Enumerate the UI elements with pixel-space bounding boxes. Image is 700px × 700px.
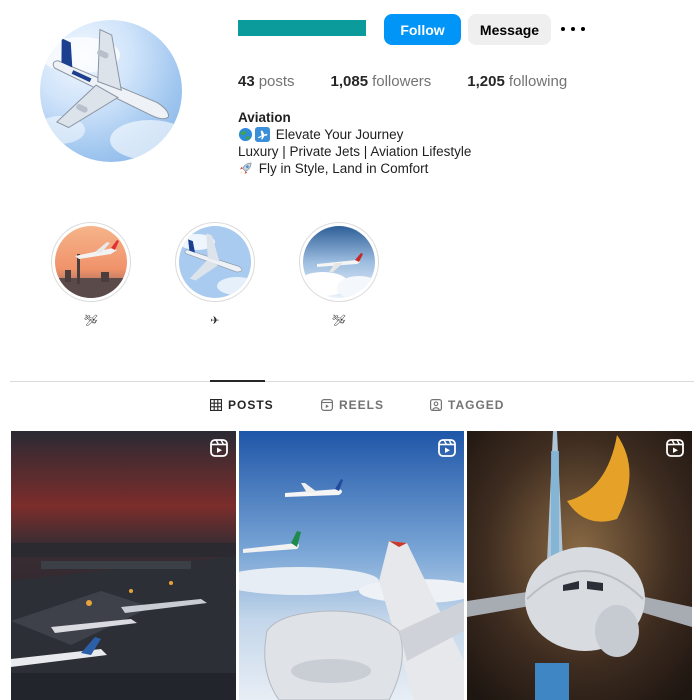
posts-label: posts <box>258 73 295 90</box>
highlight-3-label: 🛩 <box>332 315 346 327</box>
bio-line-2: Luxury | Private Jets | Aviation Lifesty… <box>238 144 472 159</box>
following-count: 1,205 <box>467 73 505 90</box>
reel-icon <box>666 439 684 457</box>
post-tile-2[interactable] <box>239 431 464 700</box>
story-highlight-3[interactable]: 🛩 <box>299 222 379 327</box>
active-tab-indicator <box>210 380 265 382</box>
following-stat[interactable]: 1,205 following <box>467 73 567 90</box>
tab-posts-label: POSTS <box>228 398 274 412</box>
tab-posts[interactable]: POSTS <box>210 398 274 412</box>
more-options-icon[interactable] <box>561 18 585 40</box>
tab-reels[interactable]: REELS <box>321 398 384 412</box>
bio-line-1-text: Elevate Your Journey <box>275 127 404 142</box>
message-button[interactable]: Message <box>468 14 551 45</box>
sunset-city-photo <box>55 226 127 298</box>
post-tile-1[interactable] <box>11 431 236 700</box>
follow-button[interactable]: Follow <box>384 14 461 45</box>
reel-icon <box>210 439 228 457</box>
story-highlight-1[interactable]: 🛩 <box>51 222 131 327</box>
tagged-icon <box>430 399 442 411</box>
posts-stat: 43 posts <box>238 73 295 90</box>
tab-tagged[interactable]: TAGGED <box>430 398 504 412</box>
airplane-photo <box>40 28 182 160</box>
tower-moon-plane-photo <box>467 431 692 700</box>
airplane-sky-photo <box>179 226 251 298</box>
profile-name: Aviation <box>238 110 291 125</box>
followers-count: 1,085 <box>330 73 369 90</box>
posts-count: 43 <box>238 73 255 90</box>
following-label: following <box>508 73 568 90</box>
profile-avatar[interactable] <box>40 20 182 162</box>
tab-tagged-label: TAGGED <box>448 398 505 412</box>
grid-icon <box>210 399 222 411</box>
highlight-2-label: ✈ <box>210 315 220 327</box>
post-tile-3[interactable] <box>467 431 692 700</box>
airplane-icon <box>255 127 270 142</box>
highlight-1-label: 🛩 <box>84 315 98 327</box>
reels-icon <box>321 399 333 411</box>
bio-line-3: Fly in Style, Land in Comfort <box>238 160 471 177</box>
tabs-divider <box>10 381 694 382</box>
bio-line-1: Elevate Your Journey <box>238 126 471 143</box>
airport-dusk-photo <box>11 431 236 700</box>
username-bar <box>238 20 366 36</box>
globe-icon <box>238 127 253 142</box>
followers-label: followers <box>372 73 432 90</box>
profile-bio: Aviation Elevate Your Journey Luxury | P… <box>238 109 471 177</box>
tab-reels-label: REELS <box>339 398 385 412</box>
story-highlight-2[interactable]: ✈ <box>175 222 255 327</box>
bio-line-3-text: Fly in Style, Land in Comfort <box>258 161 429 176</box>
reel-icon <box>438 439 456 457</box>
rocket-icon <box>239 162 252 175</box>
airplane-clouds-photo <box>303 226 375 298</box>
window-view-photo <box>239 431 464 700</box>
followers-stat[interactable]: 1,085 followers <box>331 73 432 90</box>
profile-stats: 43 posts 1,085 followers 1,205 following <box>238 73 603 90</box>
